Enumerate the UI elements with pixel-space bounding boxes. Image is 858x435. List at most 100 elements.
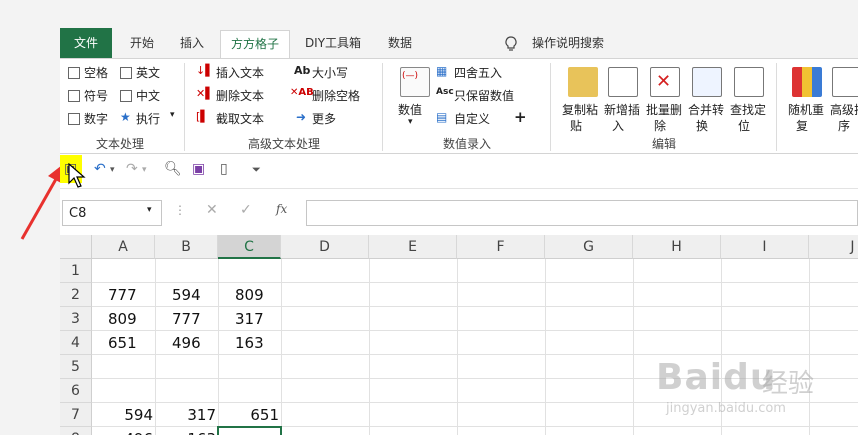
copy-paste-button[interactable]: 复制粘: [562, 101, 598, 118]
add-insert-button[interactable]: 新增插: [604, 101, 640, 118]
insert-text-button[interactable]: 插入文本: [216, 64, 264, 81]
copy-paste-button-2[interactable]: 贴: [570, 117, 582, 134]
undo-icon[interactable]: ↶: [94, 161, 106, 177]
select-all-corner[interactable]: [60, 235, 92, 259]
cell-b4[interactable]: 496: [172, 331, 201, 355]
row-header-7[interactable]: 7: [60, 403, 92, 427]
row-header-2[interactable]: 2: [60, 283, 92, 307]
formula-input[interactable]: [306, 200, 858, 226]
cancel-icon[interactable]: ✕: [206, 202, 218, 218]
selected-cell-c8[interactable]: [217, 426, 282, 435]
redo-icon[interactable]: ↷: [126, 161, 138, 177]
chevron-down-icon[interactable]: ▾: [110, 165, 115, 175]
cell-a3[interactable]: 809: [108, 307, 137, 331]
column-header-g[interactable]: G: [545, 235, 633, 259]
cut-text-button[interactable]: 截取文本: [216, 110, 264, 127]
column-header-e[interactable]: E: [369, 235, 457, 259]
plus-icon[interactable]: +: [514, 108, 527, 126]
quick-access-toolbar: ▣ ↶ ▾ ↷ ▾ 🔍︎ ▣ ▯ ⏷: [60, 155, 858, 188]
batch-delete-button[interactable]: 批量删: [646, 101, 682, 118]
add-insert-button-2[interactable]: 入: [612, 117, 624, 134]
find-locate-button[interactable]: 查找定: [730, 101, 766, 118]
cell-b3[interactable]: 777: [172, 307, 201, 331]
gridline: [633, 259, 634, 435]
round-icon: ▦: [436, 64, 448, 78]
checkbox-symbol[interactable]: [68, 90, 80, 102]
cell-c7[interactable]: 651: [220, 403, 279, 427]
cell-a7[interactable]: 594: [94, 403, 153, 427]
column-header-a[interactable]: A: [92, 235, 155, 259]
case-icon: Ab: [294, 64, 311, 77]
cell-b7[interactable]: 317: [157, 403, 216, 427]
cell-a2[interactable]: 777: [108, 283, 137, 307]
execute-button[interactable]: 执行: [136, 110, 160, 127]
label-symbol: 符号: [84, 89, 109, 103]
custom-icon: ▤: [436, 110, 448, 124]
group-divider: [550, 63, 551, 151]
new-file-icon[interactable]: ▯: [220, 161, 228, 177]
row-header-3[interactable]: 3: [60, 307, 92, 331]
column-header-f[interactable]: F: [457, 235, 545, 259]
tab-insert[interactable]: 插入: [172, 28, 212, 58]
find-icon: [734, 67, 764, 97]
cell-a4[interactable]: 651: [108, 331, 137, 355]
keep-number-button[interactable]: 只保留数值: [454, 87, 514, 104]
custom-button[interactable]: 自定义: [454, 110, 490, 127]
more-button[interactable]: 更多: [312, 110, 336, 127]
tab-diy[interactable]: DIY工具箱: [300, 28, 366, 58]
print-preview-icon[interactable]: 🔍︎: [164, 161, 182, 177]
row-header-8[interactable]: 8: [60, 427, 92, 435]
cell-c4[interactable]: 163: [235, 331, 264, 355]
column-header-i[interactable]: I: [721, 235, 809, 259]
column-header-b[interactable]: B: [155, 235, 218, 259]
gridline: [281, 259, 282, 435]
row-header-6[interactable]: 6: [60, 379, 92, 403]
tell-me-search[interactable]: 操作说明搜索: [532, 28, 604, 58]
enter-icon[interactable]: ✓: [240, 202, 252, 218]
row-header-5[interactable]: 5: [60, 355, 92, 379]
customize-qat-icon[interactable]: ⏷: [252, 163, 261, 177]
advanced-sort-button-2[interactable]: 序: [838, 117, 850, 134]
number-button[interactable]: 数值: [398, 101, 422, 118]
column-header-c[interactable]: C: [218, 235, 281, 259]
checkbox-space[interactable]: [68, 67, 80, 79]
row-header-4[interactable]: 4: [60, 331, 92, 355]
advanced-sort-button[interactable]: 高级排: [830, 101, 858, 118]
group-divider: [382, 63, 383, 151]
tab-home[interactable]: 开始: [122, 28, 162, 58]
merge-convert-button[interactable]: 合并转: [688, 101, 724, 118]
cell-b2[interactable]: 594: [172, 283, 201, 307]
row-header-1[interactable]: 1: [60, 259, 92, 283]
star-icon: ★: [120, 110, 131, 124]
name-box[interactable]: C8 ▾: [62, 200, 162, 226]
delete-text-button[interactable]: 删除文本: [216, 87, 264, 104]
batch-delete-button-2[interactable]: 除: [654, 117, 666, 134]
checkbox-chinese[interactable]: [120, 90, 132, 102]
checkbox-number[interactable]: [68, 113, 80, 125]
tab-data[interactable]: 数据: [380, 28, 420, 58]
random-repeat-button-2[interactable]: 复: [796, 117, 808, 134]
chevron-down-icon: ▾: [170, 110, 175, 120]
remove-space-button[interactable]: 删除空格: [312, 87, 360, 104]
spreadsheet-grid[interactable]: A B C D E F G H I J 1 2 3 4 5 6 7 8 777: [60, 235, 858, 435]
column-header-d[interactable]: D: [281, 235, 369, 259]
cell-c3[interactable]: 317: [235, 307, 264, 331]
save-as-icon[interactable]: ▣: [192, 161, 205, 177]
find-locate-button-2[interactable]: 位: [738, 117, 750, 134]
random-repeat-button[interactable]: 随机重: [788, 101, 824, 118]
column-header-h[interactable]: H: [633, 235, 721, 259]
cell-b8[interactable]: 163: [157, 427, 216, 435]
tab-file[interactable]: 文件: [60, 28, 112, 58]
case-button[interactable]: 大小写: [312, 64, 348, 81]
column-header-j[interactable]: J: [809, 235, 858, 259]
function-icon[interactable]: fx: [276, 202, 287, 216]
tab-fangfang[interactable]: 方方格子: [220, 30, 290, 59]
cell-c2[interactable]: 809: [235, 283, 264, 307]
cell-a8[interactable]: 496: [94, 427, 153, 435]
random-icon: [792, 67, 822, 97]
lightbulb-icon[interactable]: [504, 28, 518, 58]
merge-convert-button-2[interactable]: 换: [696, 117, 708, 134]
checkbox-english[interactable]: [120, 67, 132, 79]
round-button[interactable]: 四舍五入: [454, 64, 502, 81]
chevron-down-icon[interactable]: ▾: [142, 165, 147, 175]
